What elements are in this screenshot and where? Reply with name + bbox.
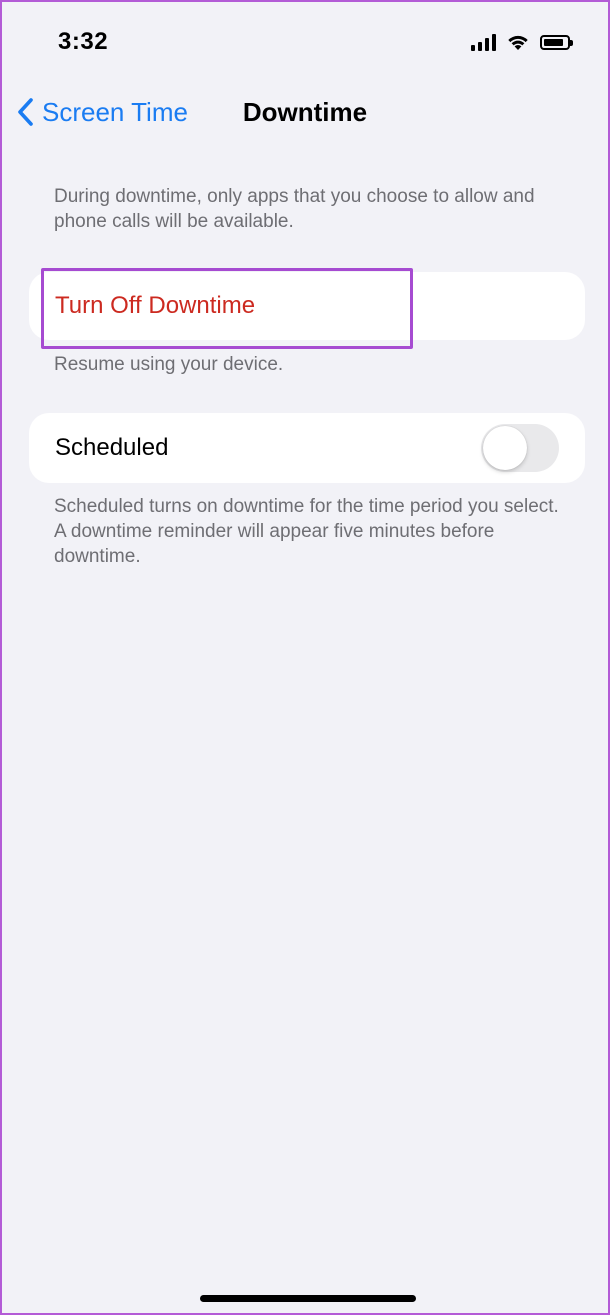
turn-off-downtime-button[interactable]: Turn Off Downtime — [55, 292, 255, 320]
scheduled-row: Scheduled — [29, 413, 585, 483]
status-icons — [471, 32, 573, 52]
turn-off-footnote: Resume using your device. — [54, 354, 284, 375]
cellular-signal-icon — [471, 33, 496, 51]
scheduled-label: Scheduled — [55, 434, 169, 461]
phone-screen: 3:32 Screen Time Downtime During downtim… — [0, 0, 610, 1315]
battery-icon — [540, 34, 573, 50]
home-indicator[interactable] — [200, 1295, 416, 1302]
scheduled-footnote: Scheduled turns on downtime for the time… — [54, 496, 559, 567]
turn-off-downtime-row[interactable]: Turn Off Downtime — [29, 272, 585, 340]
wifi-icon — [508, 35, 528, 50]
scheduled-toggle[interactable] — [481, 424, 559, 472]
downtime-description: During downtime, only apps that you choo… — [54, 186, 535, 232]
page-title: Downtime — [242, 97, 368, 127]
toggle-knob — [483, 426, 527, 470]
status-time: 3:32 — [58, 28, 109, 55]
